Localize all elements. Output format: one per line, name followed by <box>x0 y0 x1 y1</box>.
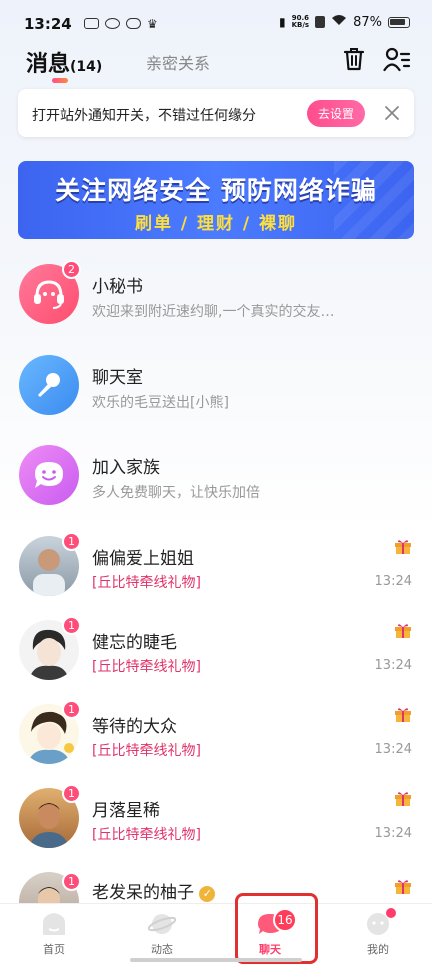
conversation-time: 13:24 <box>374 574 412 589</box>
conversation-name-text: 老发呆的柚子 <box>92 883 194 903</box>
vibrate-icon: ▮ <box>279 15 286 29</box>
conversation-name: 加入家族 <box>92 458 160 478</box>
status-bar: 13:24 ♛ ▮ 90.6 KB/s 87% <box>0 0 432 40</box>
microphone-icon <box>19 355 79 415</box>
conversation-name: 偏偏爱上姐姐 <box>92 549 194 569</box>
go-settings-button[interactable]: 去设置 <box>307 100 365 127</box>
conversation-name: 老发呆的柚子 ✓ <box>92 878 216 903</box>
header: 消息(14) 亲密关系 <box>0 42 432 86</box>
profile-notification-dot <box>386 908 396 918</box>
gift-icon <box>394 538 412 554</box>
gift-icon <box>394 878 412 894</box>
home-indicator <box>130 958 302 962</box>
list-item-conversation[interactable]: 1 老发呆的柚子 ✓ <box>0 872 432 904</box>
gift-message: [丘比特牵线礼物] <box>92 827 201 843</box>
network-speed-unit: KB/s <box>291 21 310 29</box>
nav-profile-label: 我的 <box>367 943 389 956</box>
conversation-name: 等待的大众 <box>92 717 177 737</box>
list-item-conversation[interactable]: 1 月落星稀 [丘比特牵线礼物] 13:24 <box>0 784 432 872</box>
conversation-name: 月落星稀 <box>92 801 160 821</box>
gift-icon <box>394 790 412 806</box>
wechat-icon <box>126 18 141 29</box>
unread-badge: 1 <box>62 872 81 891</box>
message-count: (14) <box>70 59 103 75</box>
conversation-preview: 多人免费聊天，让快乐加倍 <box>92 485 260 501</box>
wifi-icon <box>331 14 347 30</box>
conversation-time: 13:24 <box>374 658 412 673</box>
conversation-name: 聊天室 <box>92 368 143 388</box>
list-item-conversation[interactable]: 1 等待的大众 [丘比特牵线礼物] 13:24 <box>0 700 432 788</box>
nav-home[interactable]: 首页 <box>0 904 108 964</box>
nav-chat-label: 聊天 <box>259 943 281 956</box>
bottom-navigation: 首页 动态 聊天 我的 <box>0 903 432 964</box>
crown-icon: ♛ <box>147 17 158 31</box>
list-item-conversation[interactable]: 1 偏偏爱上姐姐 [丘比特牵线礼物] 13:24 <box>0 532 432 620</box>
gift-message: [丘比特牵线礼物] <box>92 743 201 759</box>
trash-icon[interactable] <box>339 44 369 74</box>
unread-badge: 1 <box>62 532 81 551</box>
tab-active-indicator <box>52 78 68 83</box>
unread-badge: 2 <box>62 260 81 279</box>
nav-moments[interactable]: 动态 <box>108 904 216 964</box>
chat-unread-count: 16 <box>273 908 297 932</box>
nav-profile[interactable]: 我的 <box>324 904 432 964</box>
safety-banner-title: 关注网络安全 预防网络诈骗 <box>55 176 377 205</box>
unread-badge: 1 <box>62 700 81 719</box>
battery-percent: 87% <box>353 14 382 30</box>
tab-messages-label: 消息 <box>26 52 71 77</box>
notification-text: 打开站外通知开关，不错过任何缘分 <box>32 108 256 124</box>
notification-app-icon <box>105 18 120 29</box>
smiley-chat-icon <box>19 445 79 505</box>
conversation-name: 小秘书 <box>92 277 143 297</box>
safety-banner-subtitle: 刷单 / 理财 / 裸聊 <box>134 214 298 234</box>
nav-home-label: 首页 <box>43 943 65 956</box>
conversation-time: 13:24 <box>374 826 412 841</box>
sim-icon <box>315 16 326 28</box>
gift-icon <box>394 706 412 722</box>
close-icon[interactable] <box>380 101 404 125</box>
nav-chat[interactable]: 聊天 <box>216 904 324 964</box>
contacts-icon[interactable] <box>382 44 412 74</box>
verified-icon: ✓ <box>199 886 216 902</box>
notification-banner: 打开站外通知开关，不错过任何缘分 去设置 <box>18 89 414 137</box>
safety-banner[interactable]: 关注网络安全 预防网络诈骗 刷单 / 理财 / 裸聊 <box>18 161 414 239</box>
status-time: 13:24 <box>24 15 72 33</box>
network-speed: 90.6 KB/s <box>292 15 309 29</box>
status-app-icons: ♛ <box>84 18 158 30</box>
unread-badge: 1 <box>62 616 81 635</box>
notification-app-icon <box>84 18 99 29</box>
battery-icon <box>388 16 410 28</box>
conversation-time: 13:24 <box>374 742 412 757</box>
gift-icon <box>394 622 412 638</box>
nav-moments-label: 动态 <box>151 943 173 956</box>
list-item-conversation[interactable]: 1 健忘的睫毛 [丘比特牵线礼物] 13:24 <box>0 616 432 704</box>
tab-intimate[interactable]: 亲密关系 <box>146 50 210 74</box>
gift-message: [丘比特牵线礼物] <box>92 659 201 675</box>
home-icon <box>40 911 68 937</box>
conversation-preview: 欢迎来到附近速约聊,一个真实的交友… <box>92 304 335 320</box>
gift-message: [丘比特牵线礼物] <box>92 575 201 591</box>
status-right: ▮ 90.6 KB/s 87% <box>279 14 410 30</box>
list-item-chatroom[interactable]: 聊天室 欢乐的毛豆送出[小熊] <box>0 355 432 439</box>
tab-messages[interactable]: 消息(14) <box>26 46 102 78</box>
conversation-name: 健忘的睫毛 <box>92 633 177 653</box>
list-item-secretary[interactable]: 2 小秘书 欢迎来到附近速约聊,一个真实的交友… <box>0 260 432 348</box>
unread-badge: 1 <box>62 784 81 803</box>
list-item-join-family[interactable]: 加入家族 多人免费聊天，让快乐加倍 <box>0 445 432 529</box>
planet-icon <box>147 911 177 937</box>
conversation-preview: 欢乐的毛豆送出[小熊] <box>92 395 229 411</box>
